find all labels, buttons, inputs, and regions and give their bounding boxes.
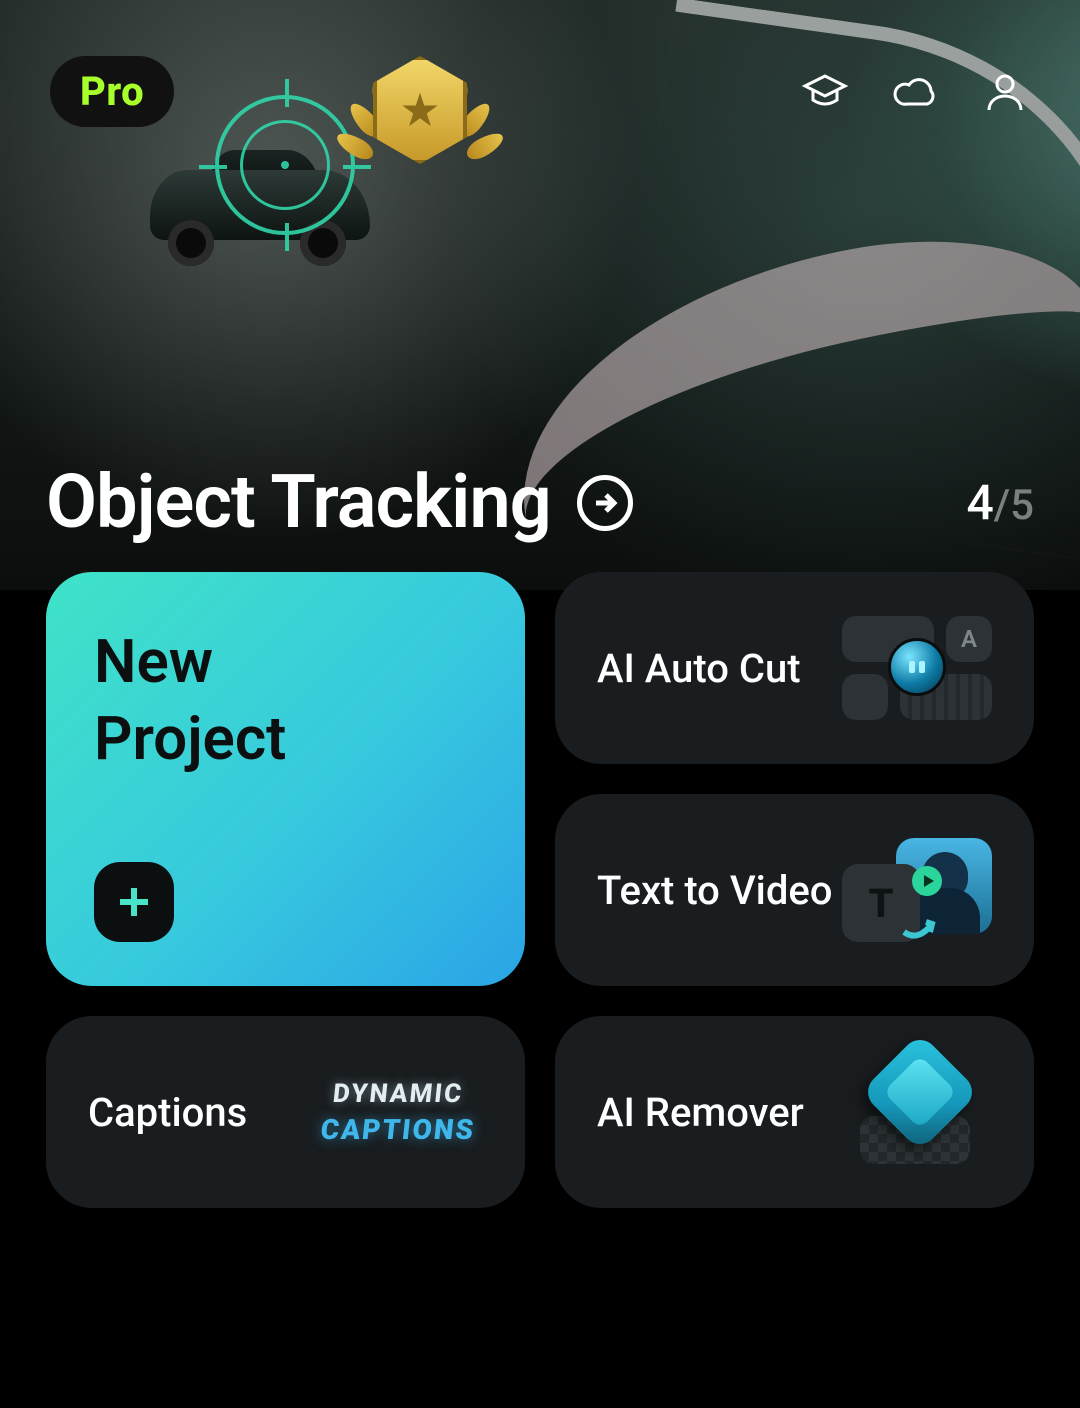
bottom-bar xyxy=(0,1238,1080,1408)
new-project-tile[interactable]: New Project xyxy=(46,572,525,986)
ai-remover-tile[interactable]: AI Remover xyxy=(555,1016,1034,1208)
top-bar: Pro xyxy=(0,56,1080,127)
ai-auto-cut-label: AI Auto Cut xyxy=(597,645,801,692)
text-to-video-icon: T xyxy=(842,838,992,942)
pager-total: 5 xyxy=(1010,481,1034,530)
ai-auto-cut-tile[interactable]: AI Auto Cut A xyxy=(555,572,1034,764)
cloud-icon[interactable] xyxy=(890,67,940,117)
feature-grid: New Project AI Auto Cut A Text to Video … xyxy=(0,572,1080,1248)
profile-icon[interactable] xyxy=(980,67,1030,117)
pro-badge[interactable]: Pro xyxy=(50,56,174,127)
hero-banner[interactable]: ★ Pro Object Tracking 4/5 xyxy=(0,0,1080,590)
captions-tile[interactable]: Captions DYNAMIC CAPTIONS xyxy=(46,1016,525,1208)
hero-footer: Object Tracking 4/5 xyxy=(46,459,1034,546)
text-to-video-tile[interactable]: Text to Video T xyxy=(555,794,1034,986)
captions-icon: DYNAMIC CAPTIONS xyxy=(313,1079,483,1146)
captions-label: Captions xyxy=(88,1089,247,1136)
ai-remover-label: AI Remover xyxy=(597,1089,804,1136)
hero-pager: 4/5 xyxy=(966,474,1034,531)
new-project-label: New Project xyxy=(94,624,286,778)
ai-remover-icon xyxy=(842,1060,992,1164)
hero-title: Object Tracking xyxy=(46,459,551,546)
pager-current: 4 xyxy=(966,474,993,531)
text-to-video-label: Text to Video xyxy=(597,867,833,914)
hero-arrow-button[interactable] xyxy=(577,475,633,531)
pager-sep: / xyxy=(994,481,1010,530)
tutorials-icon[interactable] xyxy=(800,67,850,117)
plus-icon xyxy=(94,862,174,942)
ai-auto-cut-icon: A xyxy=(842,616,992,720)
